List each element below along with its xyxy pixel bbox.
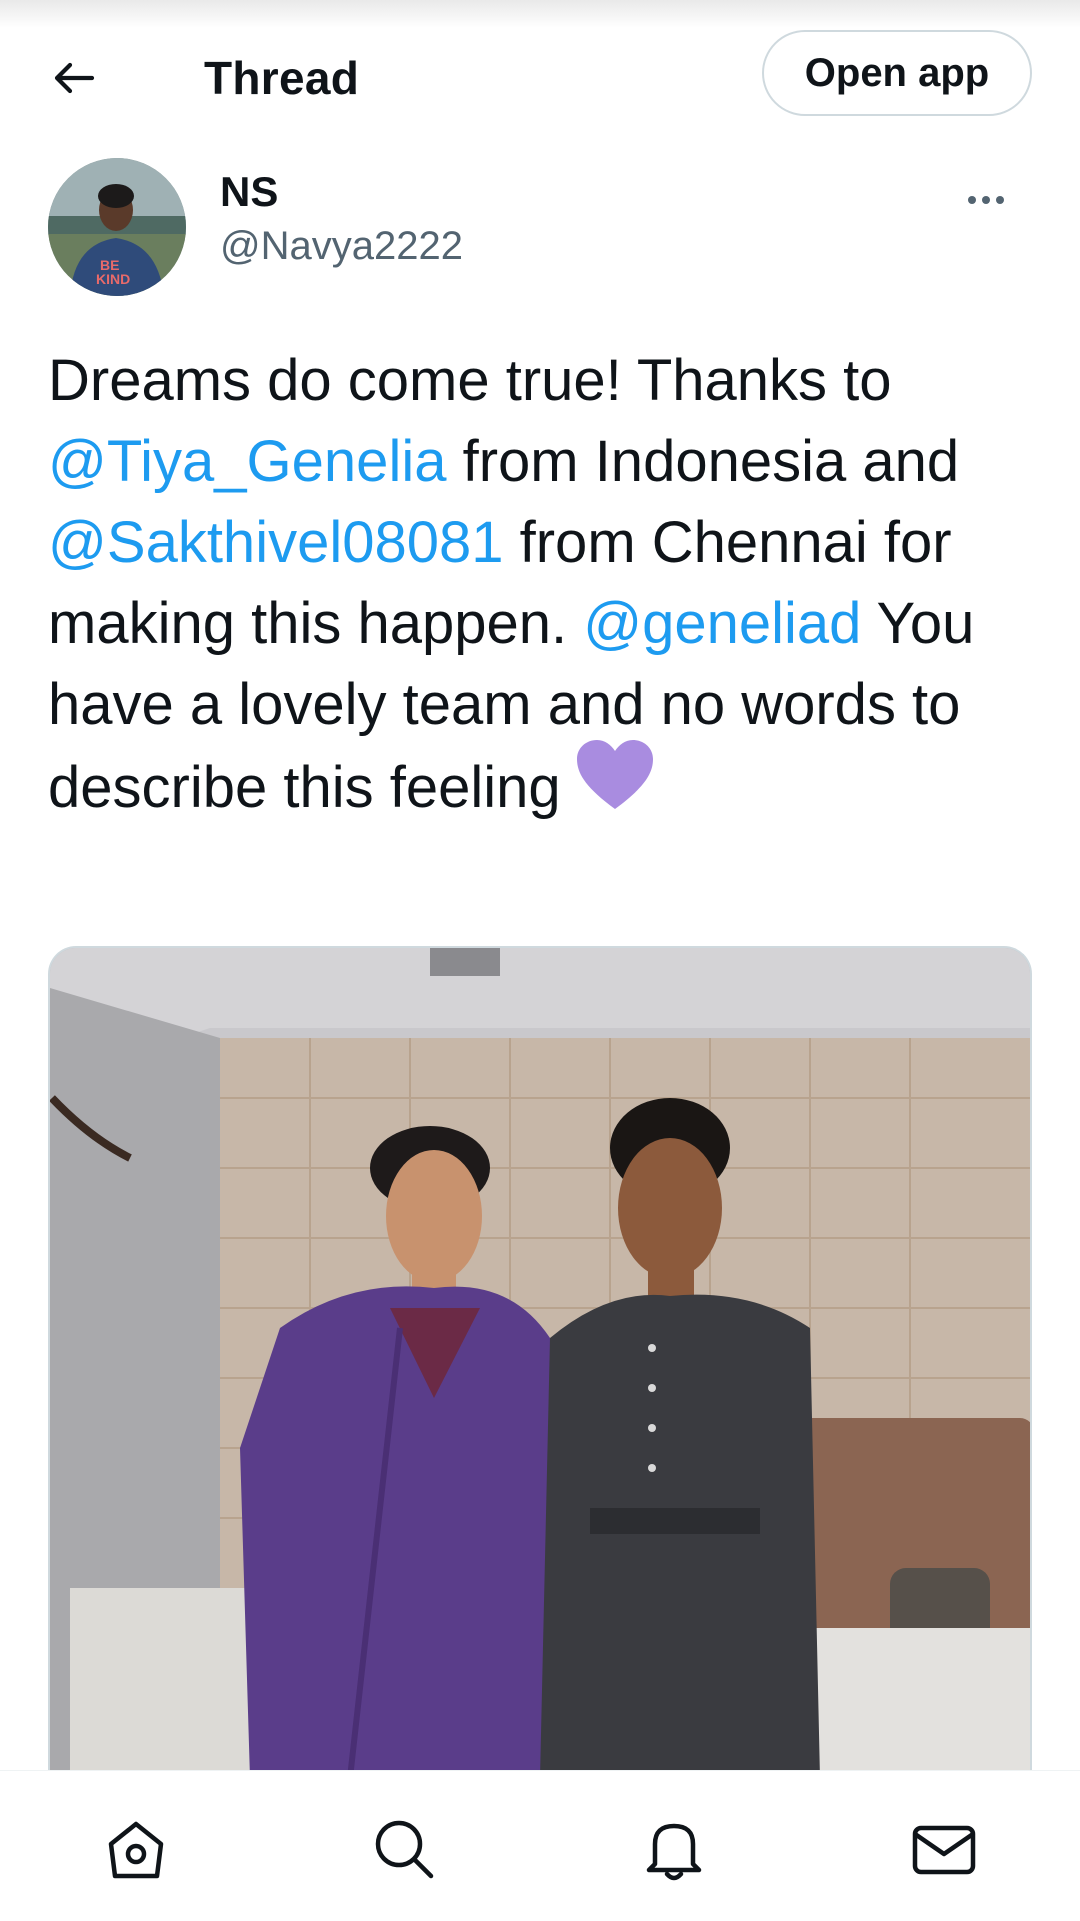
- purple-heart-icon: [575, 739, 655, 832]
- author-handle[interactable]: @Navya2222: [220, 224, 463, 269]
- messages-icon: [912, 1825, 976, 1875]
- svg-text:KIND: KIND: [96, 271, 130, 287]
- nav-messages[interactable]: [904, 1809, 984, 1889]
- more-dot-icon: [982, 196, 990, 204]
- tweet-text-segment: from Indonesia and: [446, 429, 960, 494]
- tweet-photo[interactable]: [48, 946, 1032, 1776]
- status-bar-shade: [0, 0, 1080, 28]
- home-icon: [108, 1821, 164, 1879]
- author-name[interactable]: NS: [220, 168, 278, 216]
- more-dot-icon: [968, 196, 976, 204]
- avatar-photo: BE KIND: [48, 158, 186, 296]
- nav-notifications[interactable]: [634, 1809, 714, 1889]
- nav-home[interactable]: [96, 1809, 176, 1889]
- mention-link[interactable]: @geneliad: [583, 591, 861, 656]
- top-app-bar: Thread Open app: [0, 28, 1080, 120]
- more-options-button[interactable]: [956, 180, 1016, 220]
- nav-search[interactable]: [364, 1809, 444, 1889]
- avatar[interactable]: BE KIND: [48, 158, 186, 296]
- search-icon: [375, 1820, 434, 1879]
- tweet-author: BE KIND NS @Navya2222: [48, 158, 1038, 298]
- arrow-left-icon: [54, 62, 95, 94]
- more-dot-icon: [996, 196, 1004, 204]
- back-button[interactable]: [44, 48, 104, 108]
- page-title: Thread: [204, 52, 360, 104]
- bottom-navigation: [0, 1770, 1080, 1921]
- tweet-text: Dreams do come true! Thanks to @Tiya_Gen…: [48, 340, 1048, 838]
- photo-illustration: [50, 948, 1030, 1776]
- notifications-icon: [646, 1823, 702, 1881]
- mention-link[interactable]: @Tiya_Genelia: [48, 429, 446, 494]
- open-app-button[interactable]: Open app: [762, 30, 1032, 116]
- tweet-text-segment: Dreams do come true! Thanks to: [48, 348, 892, 413]
- mention-link[interactable]: @Sakthivel08081: [48, 510, 504, 575]
